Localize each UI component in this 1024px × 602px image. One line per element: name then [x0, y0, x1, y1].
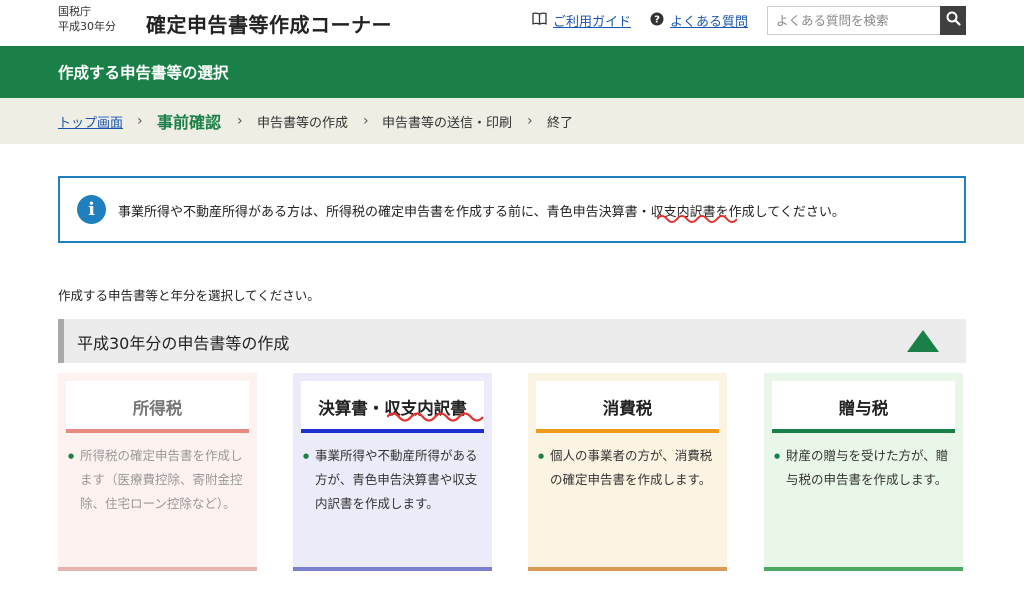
card-title: 決算書・収支内訳書 [301, 381, 484, 432]
search-input[interactable] [768, 7, 940, 34]
year-label: 平成30年分 [58, 20, 116, 33]
breadcrumb-step-create: 申告書等の作成 [257, 115, 349, 131]
card-title: 消費税 [536, 381, 719, 432]
agency-name: 国税庁 [58, 5, 91, 18]
triangle-up-icon[interactable] [907, 330, 939, 352]
breadcrumb-step-end: 終了 [547, 115, 574, 131]
instruction-text: 作成する申告書等と年分を選択してください。 [58, 288, 320, 303]
agency-label: 国税庁 平成30年分 [58, 4, 116, 34]
book-icon [532, 12, 547, 29]
info-icon: i [77, 195, 106, 224]
section-header[interactable]: 平成30年分の申告書等の作成 [58, 319, 966, 363]
card-accent-line [301, 429, 484, 433]
spellcheck-underline [387, 412, 484, 422]
page-heading-bar: 作成する申告書等の選択 [0, 46, 1024, 98]
guide-link[interactable]: ご利用ガイド [532, 11, 631, 30]
site-header: 国税庁 平成30年分 確定申告書等作成コーナー ご利用ガイド ? よくある質問 [0, 0, 1024, 46]
card-description: 財産の贈与を受けた方が、贈与税の申告書を作成します。 [772, 444, 950, 492]
breadcrumb: トップ画面 › 事前確認 › 申告書等の作成 › 申告書等の送信・印刷 › 終了 [0, 98, 1024, 144]
card-footer-line [528, 567, 727, 571]
card-description: 個人の事業者の方が、消費税の確定申告書を作成します。 [536, 444, 714, 492]
breadcrumb-separator: › [237, 113, 243, 129]
card-accent-line [66, 429, 249, 433]
site-title: 確定申告書等作成コーナー [146, 13, 392, 37]
card-gift-tax[interactable]: 贈与税 財産の贈与を受けた方が、贈与税の申告書を作成します。 [764, 373, 963, 571]
page-heading: 作成する申告書等の選択 [58, 64, 229, 82]
info-notice: i 事業所得や不動産所得がある方は、所得税の確定申告書を作成する前に、青色申告決… [58, 176, 966, 243]
question-circle-icon: ? [650, 12, 664, 30]
breadcrumb-separator: › [527, 113, 533, 129]
search-icon [946, 11, 961, 30]
faq-search [767, 6, 966, 35]
search-button[interactable] [940, 6, 966, 35]
faq-link-label: よくある質問 [670, 15, 749, 30]
card-accent-line [772, 429, 955, 433]
breadcrumb-step-send: 申告書等の送信・印刷 [382, 115, 513, 131]
section-title: 平成30年分の申告書等の作成 [77, 334, 290, 353]
card-title: 贈与税 [772, 381, 955, 432]
faq-link[interactable]: ? よくある質問 [650, 11, 748, 30]
breadcrumb-separator: › [137, 113, 143, 129]
spellcheck-underline [657, 215, 737, 223]
breadcrumb-top-link[interactable]: トップ画面 [58, 112, 123, 131]
card-description: 事業所得や不動産所得がある方が、青色申告決算書や収支内訳書を作成します。 [301, 444, 479, 516]
card-title: 所得税 [66, 381, 249, 432]
guide-link-label: ご利用ガイド [553, 15, 632, 30]
card-accent-line [536, 429, 719, 433]
card-footer-line [764, 567, 963, 571]
card-description: 所得税の確定申告書を作成します（医療費控除、寄附金控除、住宅ローン控除など）。 [66, 444, 244, 516]
section-accent [58, 319, 64, 363]
card-footer-line [58, 567, 257, 571]
card-income-tax[interactable]: 所得税 所得税の確定申告書を作成します（医療費控除、寄附金控除、住宅ローン控除な… [58, 373, 257, 571]
breadcrumb-top[interactable]: トップ画面 [58, 98, 123, 144]
breadcrumb-current: 事前確認 [157, 113, 222, 132]
card-footer-line [293, 567, 492, 571]
breadcrumb-separator: › [363, 113, 369, 129]
card-financial-statement[interactable]: 決算書・収支内訳書 事業所得や不動産所得がある方が、青色申告決算書や収支内訳書を… [293, 373, 492, 571]
card-consumption-tax[interactable]: 消費税 個人の事業者の方が、消費税の確定申告書を作成します。 [528, 373, 727, 571]
svg-text:?: ? [654, 14, 660, 25]
